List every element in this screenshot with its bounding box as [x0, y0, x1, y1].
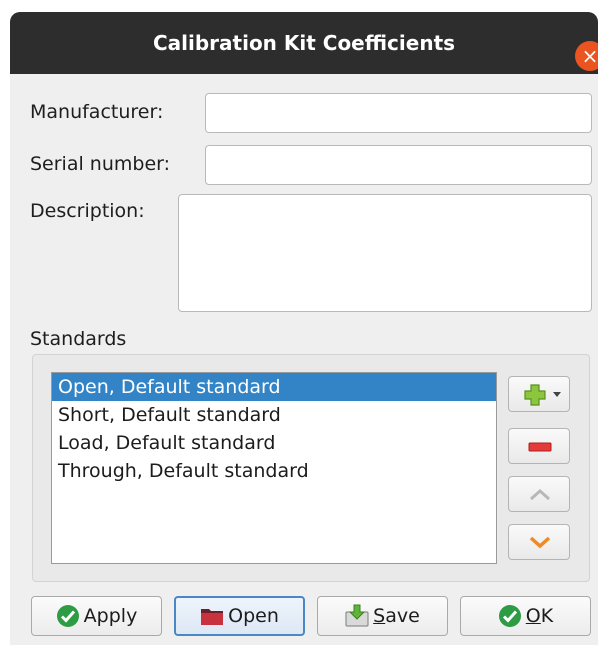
check-icon	[498, 605, 521, 627]
add-standard-button[interactable]	[508, 376, 570, 412]
minus-icon	[528, 442, 552, 452]
list-item[interactable]: Open, Default standard	[52, 373, 496, 401]
save-icon	[345, 604, 369, 627]
move-up-icon	[530, 488, 550, 501]
window-title: Calibration Kit Coefficients	[152, 31, 456, 55]
open-label: Open	[228, 605, 279, 627]
ok-label-rest: K	[540, 605, 554, 627]
move-up-button[interactable]	[508, 476, 570, 512]
ok-label: OK	[526, 605, 553, 627]
open-button[interactable]: Open	[174, 596, 305, 636]
plus-icon	[524, 384, 546, 406]
list-item[interactable]: Short, Default standard	[52, 401, 496, 429]
apply-button[interactable]: Apply	[31, 596, 162, 636]
serial-number-field[interactable]	[205, 145, 592, 185]
manufacturer-field[interactable]	[205, 93, 592, 133]
serial-number-label: Serial number:	[30, 153, 171, 175]
save-button[interactable]: Save	[317, 596, 448, 636]
title-bar: Calibration Kit Coefficients ×	[10, 12, 598, 74]
save-label: Save	[373, 605, 420, 627]
chevron-down-icon	[553, 392, 561, 397]
move-down-button[interactable]	[508, 524, 570, 560]
manufacturer-label: Manufacturer:	[30, 101, 164, 123]
description-field[interactable]	[178, 194, 592, 312]
remove-standard-button[interactable]	[508, 428, 570, 464]
move-down-icon	[529, 536, 551, 549]
close-icon[interactable]: ×	[575, 41, 598, 71]
folder-icon	[201, 609, 224, 625]
list-item[interactable]: Load, Default standard	[52, 429, 496, 457]
standards-heading: Standards	[30, 328, 127, 350]
apply-label: Apply	[83, 605, 138, 627]
ok-button[interactable]: OK	[460, 596, 591, 636]
description-label: Description:	[30, 200, 145, 222]
ok-mnemonic: O	[525, 605, 541, 627]
save-mnemonic: S	[373, 605, 386, 627]
standards-list[interactable]: Open, Default standard Short, Default st…	[51, 372, 497, 564]
check-icon	[56, 605, 79, 627]
list-item[interactable]: Through, Default standard	[52, 457, 496, 485]
save-label-rest: ave	[385, 605, 420, 627]
